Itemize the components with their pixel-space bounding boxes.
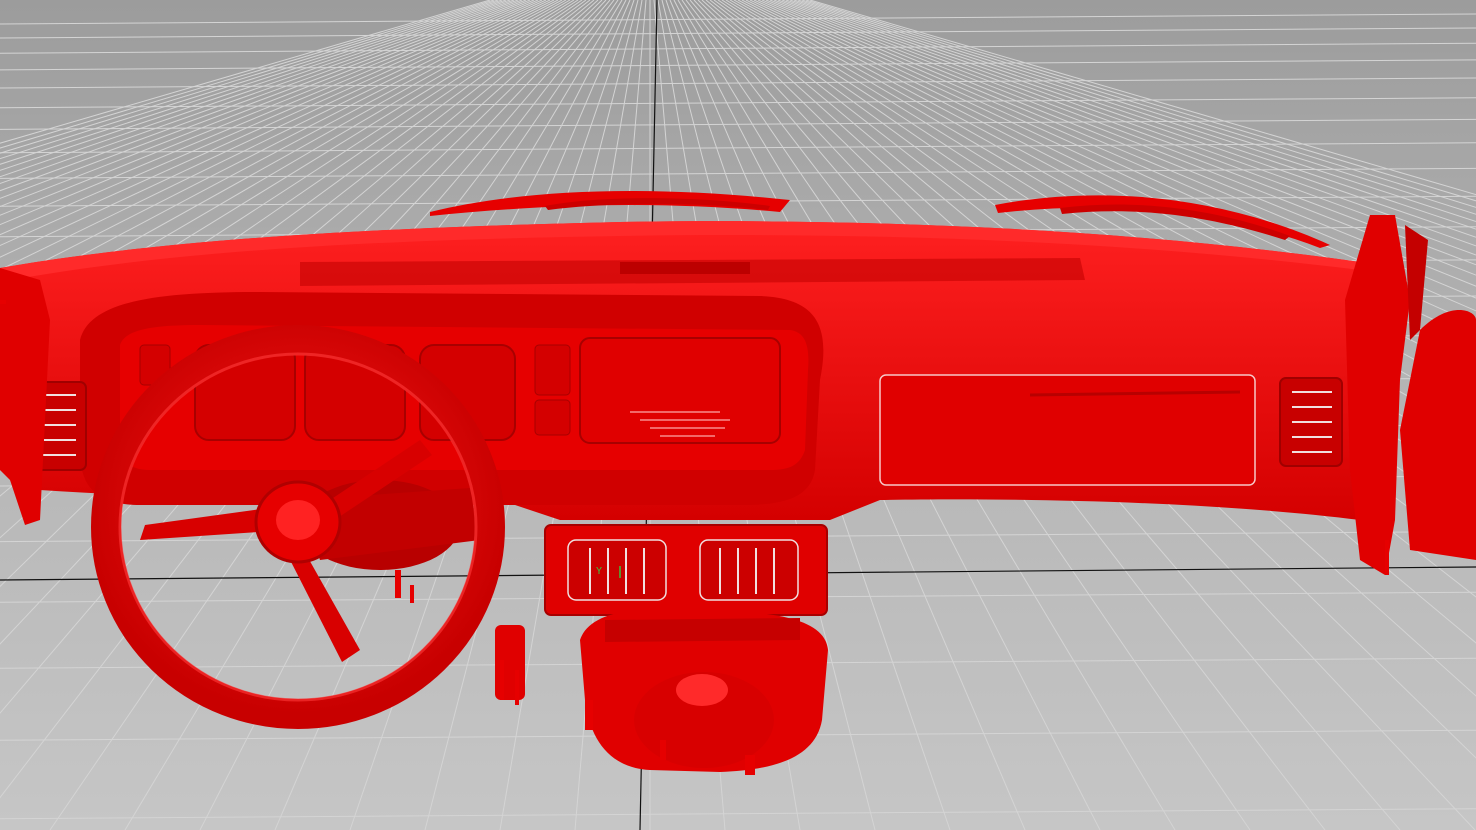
viewport-scene[interactable]: Y xyxy=(0,0,1476,830)
grid-line xyxy=(0,27,1476,39)
grid-line xyxy=(0,142,1476,154)
grid-line xyxy=(0,118,1476,130)
glovebox xyxy=(879,374,1256,486)
grid-line xyxy=(0,77,1476,89)
grid-line xyxy=(0,808,1476,820)
center-console xyxy=(544,524,828,616)
gear-knob xyxy=(676,674,728,706)
center-vent-left xyxy=(567,539,667,601)
grid-line xyxy=(0,13,1476,25)
gear-shift-boot xyxy=(580,608,828,772)
grid-line xyxy=(0,42,1476,54)
pedal xyxy=(495,625,525,700)
gizmo-y-label: Y xyxy=(596,566,602,577)
center-vent-right xyxy=(699,539,799,601)
right-side-vent xyxy=(1279,377,1343,467)
grid-line xyxy=(0,167,1476,179)
grid-line xyxy=(0,59,1476,71)
right-door-panel xyxy=(1345,215,1476,575)
3d-viewport[interactable]: Y xyxy=(0,0,1476,830)
